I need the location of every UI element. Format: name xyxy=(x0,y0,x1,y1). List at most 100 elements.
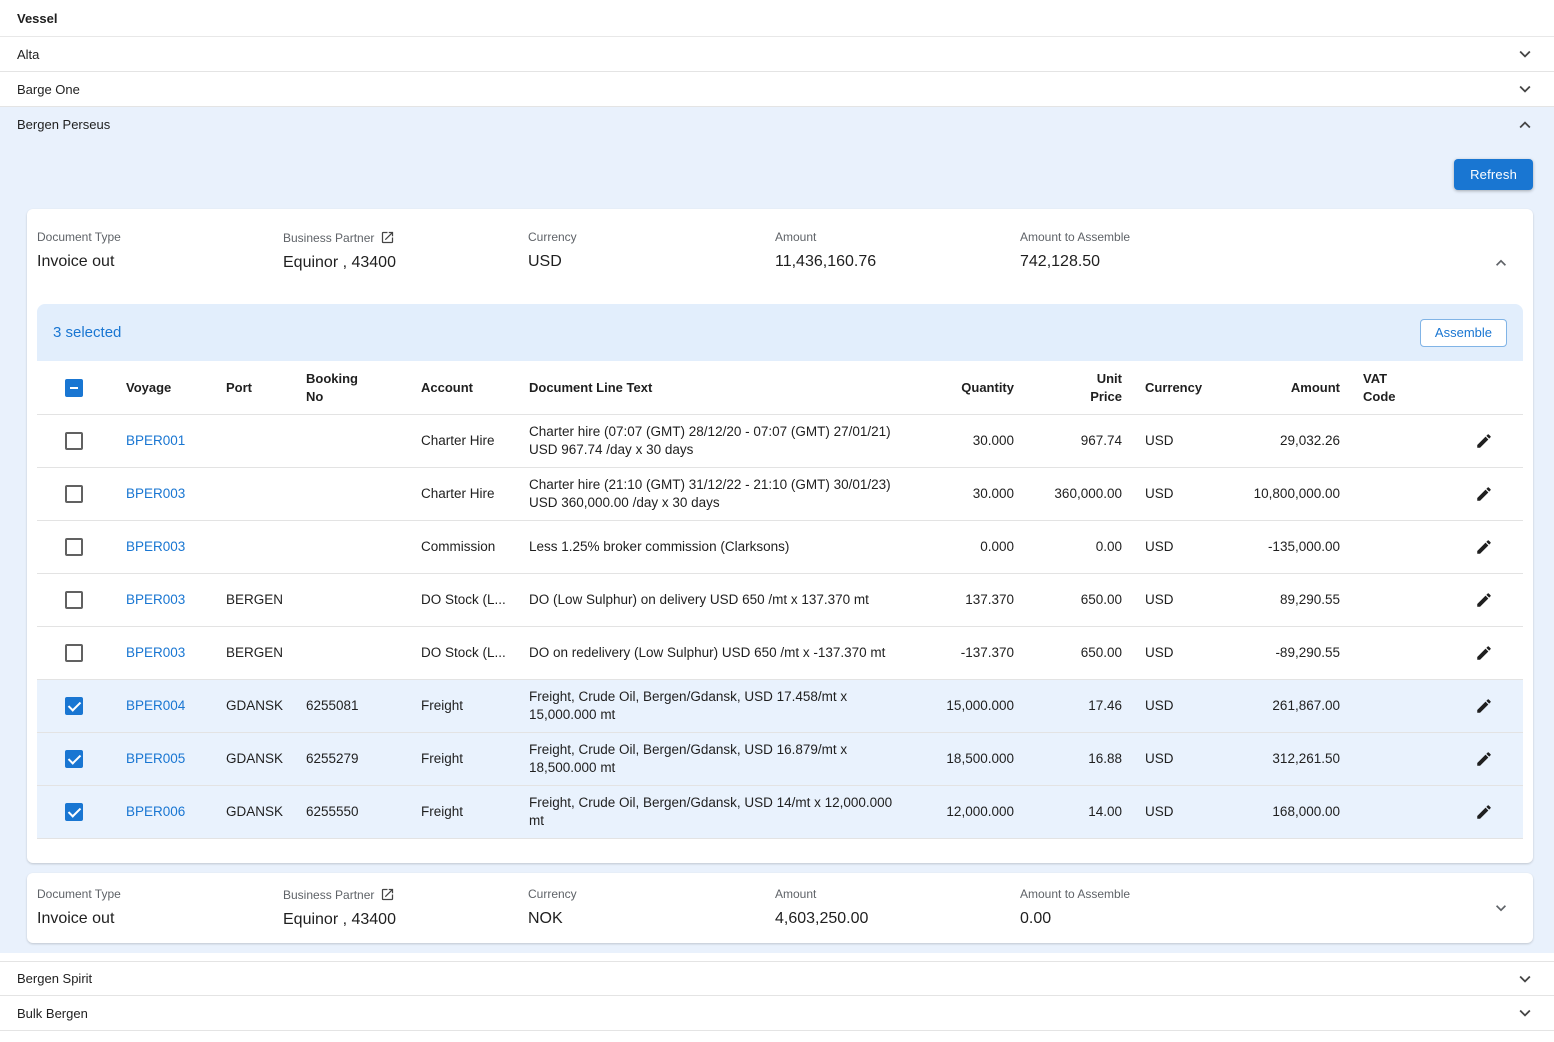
amount-cell: 89,290.55 xyxy=(1230,591,1348,609)
voyage-link[interactable]: BPER006 xyxy=(126,804,185,819)
accordion-bergen-spirit[interactable]: Bergen Spirit xyxy=(0,961,1554,996)
invoice-card-usd-header: Document Type Invoice out Business Partn… xyxy=(37,209,1523,272)
field-amount-to-assemble: Amount to Assemble 0.00 xyxy=(1020,887,1473,929)
open-in-new-icon[interactable] xyxy=(380,887,395,902)
edit-button[interactable] xyxy=(1466,423,1502,459)
voyage-link[interactable]: BPER003 xyxy=(126,486,185,501)
unit-price-cell: 650.00 xyxy=(1022,591,1130,609)
row-checkbox[interactable] xyxy=(65,750,83,768)
account-cell: Commission xyxy=(406,538,514,556)
voyage-link[interactable]: BPER005 xyxy=(126,751,185,766)
amount-cell: 29,032.26 xyxy=(1230,432,1348,450)
table-header-row: Voyage Port Booking No Account Document … xyxy=(37,361,1523,415)
accordion-bergen-perseus[interactable]: Bergen Perseus xyxy=(0,107,1554,142)
collapse-card-button[interactable] xyxy=(1485,247,1517,279)
unit-price-cell: 16.88 xyxy=(1022,750,1130,768)
unit-price-cell: 14.00 xyxy=(1022,803,1130,821)
voyage-link[interactable]: BPER004 xyxy=(126,698,185,713)
port-cell: GDANSK xyxy=(211,750,291,768)
currency-label: Currency xyxy=(528,887,775,901)
table-row: BPER003 Commission Less 1.25% broker com… xyxy=(37,521,1523,574)
open-in-new-icon[interactable] xyxy=(380,230,395,245)
select-all-checkbox[interactable] xyxy=(65,379,83,397)
account-cell: Charter Hire xyxy=(406,485,514,503)
invoice-card-nok: Document Type Invoice out Business Partn… xyxy=(27,873,1533,943)
edit-button[interactable] xyxy=(1466,582,1502,618)
booking-no-cell: 6255279 xyxy=(291,750,406,768)
currency-cell: USD xyxy=(1130,485,1230,503)
chevron-down-icon xyxy=(1514,78,1536,100)
edit-button[interactable] xyxy=(1466,794,1502,830)
account-cell: DO Stock (L... xyxy=(406,591,514,609)
amount-value: 11,436,160.76 xyxy=(775,253,1020,271)
row-checkbox[interactable] xyxy=(65,591,83,609)
assemble-button[interactable]: Assemble xyxy=(1420,319,1507,347)
port-cell: GDANSK xyxy=(211,697,291,715)
accordion-bulk-bergen[interactable]: Bulk Bergen xyxy=(0,996,1554,1031)
field-currency: Currency NOK xyxy=(528,887,775,929)
edit-button[interactable] xyxy=(1466,741,1502,777)
currency-cell: USD xyxy=(1130,644,1230,662)
business-partner-value: Equinor , 43400 xyxy=(283,254,528,272)
document-line-text-cell: DO on redelivery (Low Sulphur) USD 650 /… xyxy=(514,644,910,662)
edit-icon xyxy=(1475,538,1493,556)
edit-icon xyxy=(1475,591,1493,609)
quantity-cell: 137.370 xyxy=(910,591,1022,609)
table-row: BPER003 BERGEN DO Stock (L... DO (Low Su… xyxy=(37,574,1523,627)
amount-cell: 312,261.50 xyxy=(1230,750,1348,768)
unit-price-cell: 17.46 xyxy=(1022,697,1130,715)
row-checkbox[interactable] xyxy=(65,803,83,821)
row-checkbox[interactable] xyxy=(65,644,83,662)
col-header-port: Port xyxy=(211,379,291,397)
col-header-currency: Currency xyxy=(1130,379,1230,397)
unit-price-cell: 360,000.00 xyxy=(1022,485,1130,503)
accordion-barge-one-label: Barge One xyxy=(17,82,80,97)
accordion-bergen-spirit-label: Bergen Spirit xyxy=(17,971,92,986)
voyage-link[interactable]: BPER003 xyxy=(126,645,185,660)
quantity-cell: 15,000.000 xyxy=(910,697,1022,715)
chevron-down-icon xyxy=(1514,968,1536,990)
row-checkbox[interactable] xyxy=(65,485,83,503)
edit-icon xyxy=(1475,803,1493,821)
accordion-bergen-perseus-label: Bergen Perseus xyxy=(17,117,110,132)
edit-button[interactable] xyxy=(1466,635,1502,671)
account-cell: Freight xyxy=(406,750,514,768)
page-title: Vessel xyxy=(17,11,58,26)
invoice-card-nok-header: Document Type Invoice out Business Partn… xyxy=(37,873,1523,929)
col-header-voyage: Voyage xyxy=(111,379,211,397)
refresh-button[interactable]: Refresh xyxy=(1454,159,1533,190)
amount-to-assemble-value: 0.00 xyxy=(1020,910,1473,928)
voyage-link[interactable]: BPER001 xyxy=(126,433,185,448)
unit-price-cell: 967.74 xyxy=(1022,432,1130,450)
quantity-cell: 30.000 xyxy=(910,432,1022,450)
panel-toolbar: Refresh xyxy=(0,142,1554,190)
col-header-account: Account xyxy=(406,379,514,397)
table-row: BPER006 GDANSK 6255550 Freight Freight, … xyxy=(37,786,1523,839)
business-partner-label: Business Partner xyxy=(283,230,528,245)
accordion-barge-one[interactable]: Barge One xyxy=(0,72,1554,107)
accordion-alta[interactable]: Alta xyxy=(0,37,1554,72)
page-title-bar: Vessel xyxy=(0,0,1554,37)
document-line-text-cell: Freight, Crude Oil, Bergen/Gdansk, USD 1… xyxy=(514,794,910,830)
currency-cell: USD xyxy=(1130,697,1230,715)
row-checkbox[interactable] xyxy=(65,538,83,556)
edit-button[interactable] xyxy=(1466,688,1502,724)
edit-icon xyxy=(1475,644,1493,662)
voyage-link[interactable]: BPER003 xyxy=(126,539,185,554)
quantity-cell: -137.370 xyxy=(910,644,1022,662)
business-partner-label-text: Business Partner xyxy=(283,888,374,902)
document-type-value: Invoice out xyxy=(37,910,283,928)
row-checkbox[interactable] xyxy=(65,697,83,715)
invoice-card-usd: Document Type Invoice out Business Partn… xyxy=(27,209,1533,863)
document-line-text-cell: Freight, Crude Oil, Bergen/Gdansk, USD 1… xyxy=(514,688,910,724)
field-document-type: Document Type Invoice out xyxy=(37,230,283,272)
field-business-partner: Business Partner Equinor , 43400 xyxy=(283,887,528,929)
document-type-value: Invoice out xyxy=(37,253,283,271)
voyage-link[interactable]: BPER003 xyxy=(126,592,185,607)
amount-to-assemble-label: Amount to Assemble xyxy=(1020,230,1473,244)
row-checkbox[interactable] xyxy=(65,432,83,450)
expand-card-button[interactable] xyxy=(1485,892,1517,924)
accordion-alta-label: Alta xyxy=(17,47,39,62)
edit-button[interactable] xyxy=(1466,529,1502,565)
edit-button[interactable] xyxy=(1466,476,1502,512)
